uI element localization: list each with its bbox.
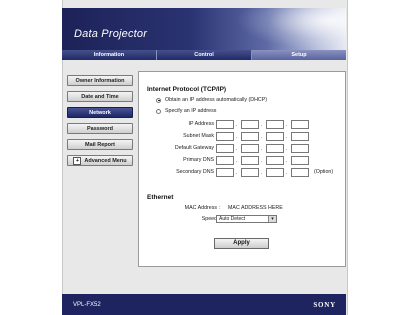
dhcp-radio[interactable] bbox=[156, 97, 161, 103]
subnet-mask-row: Subnet Mask : . . . bbox=[139, 132, 347, 142]
optional-note: (Option) bbox=[314, 169, 334, 175]
mac-address-label: MAC Address : bbox=[184, 205, 220, 211]
ethernet-section-title: Ethernet bbox=[147, 194, 174, 201]
tcpip-section-title: Internet Protocol (TCP/IP) bbox=[147, 86, 227, 93]
model-name: VPL-FX52 bbox=[73, 302, 101, 308]
sidebar-item-label: Advanced Menu bbox=[84, 157, 127, 164]
dhcp-option[interactable]: Obtain an IP address automatically (DHCP… bbox=[156, 97, 267, 103]
primary-dns-octet-4[interactable] bbox=[291, 156, 309, 165]
header-banner: Data Projector bbox=[62, 8, 346, 50]
sidebar-item-owner-information[interactable]: Owner Information bbox=[67, 75, 133, 86]
tab-control[interactable]: Control bbox=[157, 50, 252, 60]
ip-address-label: IP Address : bbox=[188, 121, 217, 127]
subnet-mask-label: Subnet Mask : bbox=[183, 133, 217, 139]
ip-address-octet-1[interactable] bbox=[216, 120, 234, 129]
primary-dns-octet-3[interactable] bbox=[266, 156, 284, 165]
secondary-dns-octet-3[interactable] bbox=[266, 168, 284, 177]
static-ip-option[interactable]: Specify an IP address bbox=[156, 108, 216, 114]
subnet-mask-octet-3[interactable] bbox=[266, 132, 284, 141]
static-ip-option-label: Specify an IP address bbox=[165, 108, 217, 114]
ip-address-octet-2[interactable] bbox=[241, 120, 259, 129]
primary-dns-row: Primary DNS : . . . bbox=[139, 156, 347, 166]
static-ip-radio[interactable] bbox=[156, 108, 161, 114]
ip-address-octet-3[interactable] bbox=[266, 120, 284, 129]
primary-dns-octet-2[interactable] bbox=[241, 156, 259, 165]
ip-address-octet-4[interactable] bbox=[291, 120, 309, 129]
apply-button[interactable]: Apply bbox=[214, 238, 269, 249]
speed-select[interactable]: Auto Detect ▾ bbox=[216, 215, 277, 223]
subnet-mask-octet-2[interactable] bbox=[241, 132, 259, 141]
plus-icon[interactable]: + bbox=[73, 156, 82, 165]
mac-address-value: MAC ADDRESS HERE bbox=[228, 205, 283, 211]
sidebar-item-password[interactable]: Password bbox=[67, 123, 133, 134]
subnet-mask-octet-4[interactable] bbox=[291, 132, 309, 141]
speed-select-value: Auto Detect bbox=[219, 216, 246, 222]
secondary-dns-octet-2[interactable] bbox=[241, 168, 259, 177]
primary-dns-octet-1[interactable] bbox=[216, 156, 234, 165]
secondary-dns-label: Secondary DNS : bbox=[176, 169, 217, 175]
sidebar-item-date-and-time[interactable]: Date and Time bbox=[67, 91, 133, 102]
chevron-down-icon[interactable]: ▾ bbox=[268, 216, 276, 222]
default-gateway-octet-1[interactable] bbox=[216, 144, 234, 153]
tab-information[interactable]: Information bbox=[62, 50, 157, 60]
brand-logo: SONY bbox=[313, 301, 336, 309]
footer-bar: VPL-FX52 SONY bbox=[62, 294, 346, 315]
ip-address-row: IP Address : . . . bbox=[139, 120, 347, 130]
primary-dns-label: Primary DNS : bbox=[183, 157, 217, 163]
main-tabs: Information Control Setup bbox=[62, 50, 346, 60]
app-title: Data Projector bbox=[74, 28, 148, 40]
default-gateway-octet-2[interactable] bbox=[241, 144, 259, 153]
default-gateway-octet-3[interactable] bbox=[266, 144, 284, 153]
sidebar: Owner Information Date and Time Network … bbox=[67, 75, 133, 171]
subnet-mask-octet-1[interactable] bbox=[216, 132, 234, 141]
secondary-dns-octet-1[interactable] bbox=[216, 168, 234, 177]
secondary-dns-row: Secondary DNS : . . . (Option) bbox=[176, 168, 334, 177]
sidebar-item-network[interactable]: Network bbox=[67, 107, 133, 118]
sidebar-item-mail-report[interactable]: Mail Report bbox=[67, 139, 133, 150]
sidebar-item-advanced-menu[interactable]: + Advanced Menu bbox=[67, 155, 133, 166]
secondary-dns-octet-4[interactable] bbox=[291, 168, 309, 177]
default-gateway-row: Default Gateway : . . . bbox=[139, 144, 347, 154]
network-settings-panel: Internet Protocol (TCP/IP) Obtain an IP … bbox=[138, 71, 346, 267]
tab-setup[interactable]: Setup bbox=[252, 50, 346, 60]
dhcp-option-label: Obtain an IP address automatically (DHCP… bbox=[165, 97, 268, 103]
default-gateway-label: Default Gateway : bbox=[174, 145, 217, 151]
default-gateway-octet-4[interactable] bbox=[291, 144, 309, 153]
header-swoosh bbox=[236, 8, 346, 50]
